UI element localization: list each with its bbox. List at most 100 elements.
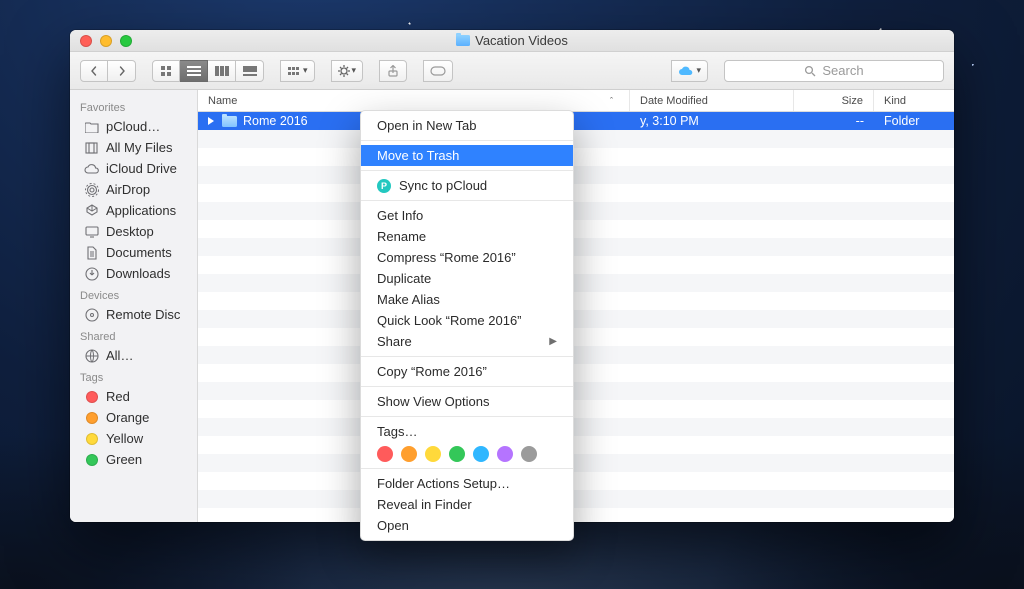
sidebar-item[interactable]: Remote Disc [70, 304, 197, 325]
context-menu-separator [361, 170, 573, 171]
context-menu-separator [361, 416, 573, 417]
context-menu-item[interactable]: Open in New Tab [361, 115, 573, 136]
context-menu-item[interactable]: Copy “Rome 2016” [361, 361, 573, 382]
context-menu-item[interactable]: Duplicate [361, 268, 573, 289]
table-row-empty[interactable] [198, 166, 954, 184]
sidebar-item[interactable]: Applications [70, 200, 197, 221]
sidebar-item[interactable]: All My Files [70, 137, 197, 158]
cloud-button[interactable]: ▾ [671, 60, 708, 82]
context-menu[interactable]: Open in New Tab Move to Trash PSync to pCl… [360, 110, 574, 541]
table-row-empty[interactable] [198, 256, 954, 274]
context-menu-item-label: Open [377, 518, 409, 533]
table-row-empty[interactable] [198, 184, 954, 202]
table-row-empty[interactable] [198, 508, 954, 522]
tag-color-swatch[interactable] [521, 446, 537, 462]
context-menu-item[interactable]: Compress “Rome 2016” [361, 247, 573, 268]
list-view-button[interactable] [180, 60, 208, 82]
tag-color-swatch[interactable] [449, 446, 465, 462]
sidebar-item[interactable]: Yellow [70, 428, 197, 449]
table-row-empty[interactable] [198, 274, 954, 292]
table-row-empty[interactable] [198, 436, 954, 454]
column-header-date[interactable]: Date Modified [630, 90, 794, 111]
context-menu-item[interactable]: Reveal in Finder [361, 494, 573, 515]
tag-color-swatch[interactable] [473, 446, 489, 462]
table-row-empty[interactable] [198, 148, 954, 166]
sidebar[interactable]: FavoritespCloud… All My Files iCloud Drive… [70, 90, 198, 522]
sidebar-item[interactable]: AirDrop [70, 179, 197, 200]
sidebar-item[interactable]: All… [70, 345, 197, 366]
arrange-icon [287, 66, 301, 76]
minimize-window-button[interactable] [100, 35, 112, 47]
table-row-empty[interactable] [198, 472, 954, 490]
table-row-empty[interactable] [198, 364, 954, 382]
sidebar-item[interactable]: pCloud… [70, 116, 197, 137]
table-row-empty[interactable] [198, 400, 954, 418]
table-row-empty[interactable] [198, 328, 954, 346]
sidebar-item[interactable]: Orange [70, 407, 197, 428]
table-row-empty[interactable] [198, 418, 954, 436]
table-row-empty[interactable] [198, 130, 954, 148]
tags-group [423, 60, 453, 82]
table-row-empty[interactable] [198, 220, 954, 238]
table-row-empty[interactable] [198, 454, 954, 472]
table-row[interactable]: Rome 2016y, 3:10 PM--Folder [198, 112, 954, 130]
column-header-name[interactable]: Name ˆ [198, 90, 630, 111]
context-menu-separator [361, 468, 573, 469]
allfiles-icon [84, 142, 100, 154]
context-menu-item[interactable]: Rename [361, 226, 573, 247]
context-menu-item-label: Quick Look “Rome 2016” [377, 313, 522, 328]
sidebar-item[interactable]: Downloads [70, 263, 197, 284]
back-button[interactable] [80, 60, 108, 82]
search-input[interactable]: Search [724, 60, 944, 82]
arrange-button[interactable]: ▾ [280, 60, 315, 82]
table-row-empty[interactable] [198, 490, 954, 508]
table-row-empty[interactable] [198, 292, 954, 310]
context-menu-item[interactable]: Make Alias [361, 289, 573, 310]
tag-color-swatch[interactable] [497, 446, 513, 462]
table-row-empty[interactable] [198, 346, 954, 364]
context-menu-item[interactable]: Get Info [361, 205, 573, 226]
context-menu-item[interactable]: Share▶ [361, 331, 573, 352]
context-menu-item-label: Sync to pCloud [399, 178, 487, 193]
table-row-empty[interactable] [198, 202, 954, 220]
search-placeholder: Search [822, 63, 863, 78]
context-menu-item[interactable]: Show View Options [361, 391, 573, 412]
sidebar-item-label: All My Files [106, 140, 172, 155]
forward-button[interactable] [108, 60, 136, 82]
column-header-size[interactable]: Size [794, 90, 874, 111]
icon-view-button[interactable] [152, 60, 180, 82]
context-menu-item[interactable]: Move to Trash [361, 145, 573, 166]
share-button[interactable] [379, 60, 407, 82]
tag-color-swatch[interactable] [425, 446, 441, 462]
documents-icon [84, 246, 100, 260]
context-menu-item[interactable]: Quick Look “Rome 2016” [361, 310, 573, 331]
context-menu-item[interactable]: Folder Actions Setup… [361, 473, 573, 494]
edit-tags-button[interactable] [423, 60, 453, 82]
sidebar-item[interactable]: Desktop [70, 221, 197, 242]
titlebar[interactable]: Vacation Videos [70, 30, 954, 52]
sidebar-item[interactable]: Green [70, 449, 197, 470]
close-window-button[interactable] [80, 35, 92, 47]
coverflow-view-button[interactable] [236, 60, 264, 82]
sidebar-section-header: Favorites [70, 96, 197, 116]
action-button[interactable]: ▾ [331, 60, 364, 82]
table-row-empty[interactable] [198, 310, 954, 328]
sidebar-item[interactable]: Documents [70, 242, 197, 263]
zoom-window-button[interactable] [120, 35, 132, 47]
context-menu-item-label: Duplicate [377, 271, 431, 286]
table-row-empty[interactable] [198, 238, 954, 256]
table-row-empty[interactable] [198, 382, 954, 400]
column-headers: Name ˆ Date Modified Size Kind [198, 90, 954, 112]
sidebar-item[interactable]: Red [70, 386, 197, 407]
column-header-kind[interactable]: Kind [874, 90, 954, 111]
rows-container[interactable]: Rome 2016y, 3:10 PM--Folder [198, 112, 954, 522]
context-menu-item[interactable]: Tags… [361, 421, 573, 442]
tag-color-swatch[interactable] [401, 446, 417, 462]
disclosure-icon[interactable] [208, 117, 214, 125]
tag-color-swatch[interactable] [377, 446, 393, 462]
context-menu-item[interactable]: PSync to pCloud [361, 175, 573, 196]
context-menu-item[interactable]: Open [361, 515, 573, 536]
column-view-button[interactable] [208, 60, 236, 82]
sidebar-item[interactable]: iCloud Drive [70, 158, 197, 179]
sort-ascending-icon: ˆ [610, 96, 613, 106]
